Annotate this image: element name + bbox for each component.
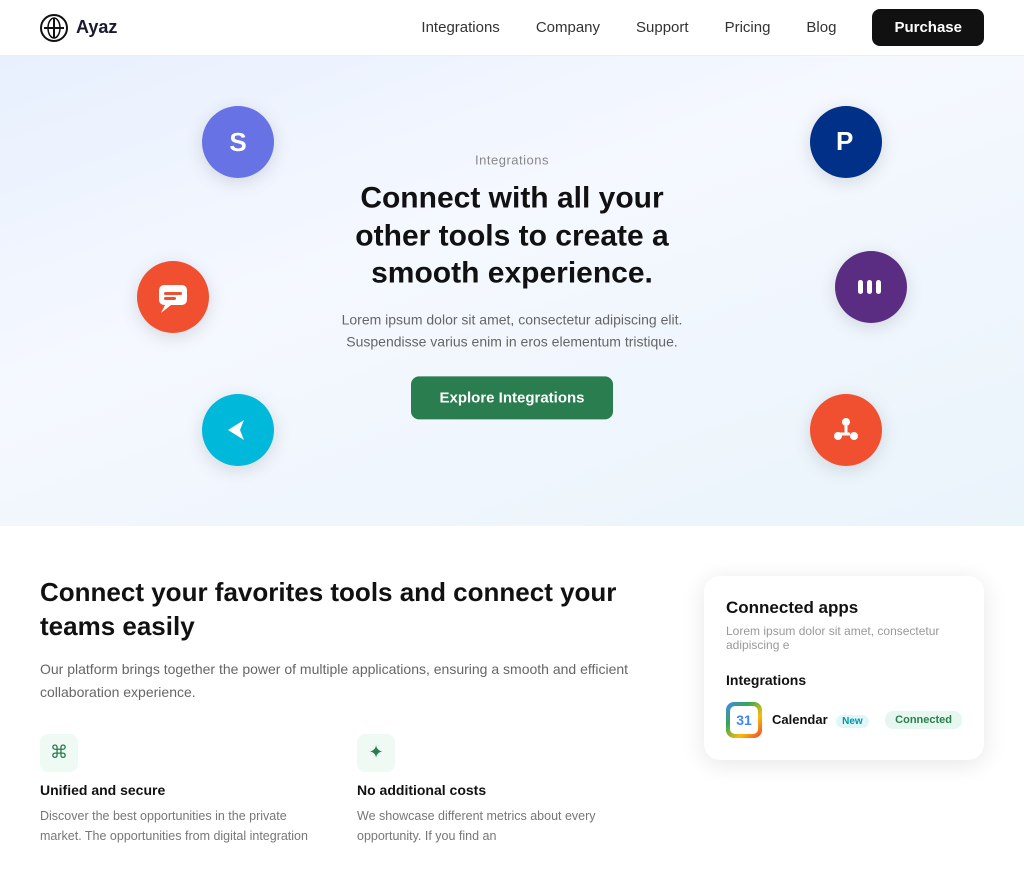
nav-blog[interactable]: Blog: [806, 19, 836, 36]
card-section-label: Integrations: [726, 672, 962, 688]
feature-nocost-icon: ✦: [357, 734, 395, 772]
stripe-icon: S: [202, 106, 274, 178]
logo-icon: [40, 14, 68, 42]
nav-integrations[interactable]: Integrations: [421, 19, 499, 36]
card-title: Connected apps: [726, 598, 962, 618]
miio-icon: [835, 251, 907, 323]
badge-connected: Connected: [885, 711, 962, 729]
nav-support[interactable]: Support: [636, 19, 689, 36]
hero-title: Connect with all your other tools to cre…: [332, 179, 692, 292]
nav-links: Integrations Company Support Pricing Blo…: [421, 19, 836, 36]
lower-section: Connect your favorites tools and connect…: [0, 526, 1024, 896]
feature-nocost: ✦ No additional costs We showcase differ…: [357, 734, 644, 846]
features-row: ⌘ Unified and secure Discover the best o…: [40, 734, 644, 846]
badge-new: New: [836, 715, 869, 728]
integrations-hero: S P: [0, 56, 1024, 526]
nav-company[interactable]: Company: [536, 19, 600, 36]
wise-icon: [202, 394, 274, 466]
hubspot-icon: [810, 394, 882, 466]
calendar-icon-inner: 31: [730, 706, 758, 734]
feature-unified-icon: ⌘: [40, 734, 78, 772]
lower-title: Connect your favorites tools and connect…: [40, 576, 644, 644]
integrations-grid: S P: [62, 96, 962, 476]
lower-left: Connect your favorites tools and connect…: [40, 576, 644, 846]
section-label: Integrations: [332, 152, 692, 167]
integration-name: Calendar: [772, 712, 828, 727]
feature-nocost-title: No additional costs: [357, 782, 644, 798]
feature-nocost-desc: We showcase different metrics about ever…: [357, 806, 644, 846]
lower-right: Connected apps Lorem ipsum dolor sit ame…: [704, 576, 984, 760]
feature-unified: ⌘ Unified and secure Discover the best o…: [40, 734, 327, 846]
paypal-icon: P: [810, 106, 882, 178]
logo-text: Ayaz: [76, 17, 117, 38]
explore-integrations-button[interactable]: Explore Integrations: [411, 377, 612, 420]
svg-text:P: P: [836, 126, 853, 156]
card-desc: Lorem ipsum dolor sit amet, consectetur …: [726, 624, 962, 652]
integration-info: Calendar New: [772, 711, 875, 729]
hero-center-content: Integrations Connect with all your other…: [332, 152, 692, 419]
purchase-button[interactable]: Purchase: [872, 9, 984, 46]
navbar: Ayaz Integrations Company Support Pricin…: [0, 0, 1024, 56]
logo[interactable]: Ayaz: [40, 14, 117, 42]
nav-pricing[interactable]: Pricing: [725, 19, 771, 36]
connected-card: Connected apps Lorem ipsum dolor sit ame…: [704, 576, 984, 760]
chat-icon: [137, 261, 209, 333]
integration-row: 31 Calendar New Connected: [726, 702, 962, 738]
feature-unified-title: Unified and secure: [40, 782, 327, 798]
calendar-icon: 31: [726, 702, 762, 738]
feature-unified-desc: Discover the best opportunities in the p…: [40, 806, 327, 846]
lower-description: Our platform brings together the power o…: [40, 658, 644, 704]
hero-description: Lorem ipsum dolor sit amet, consectetur …: [332, 308, 692, 353]
